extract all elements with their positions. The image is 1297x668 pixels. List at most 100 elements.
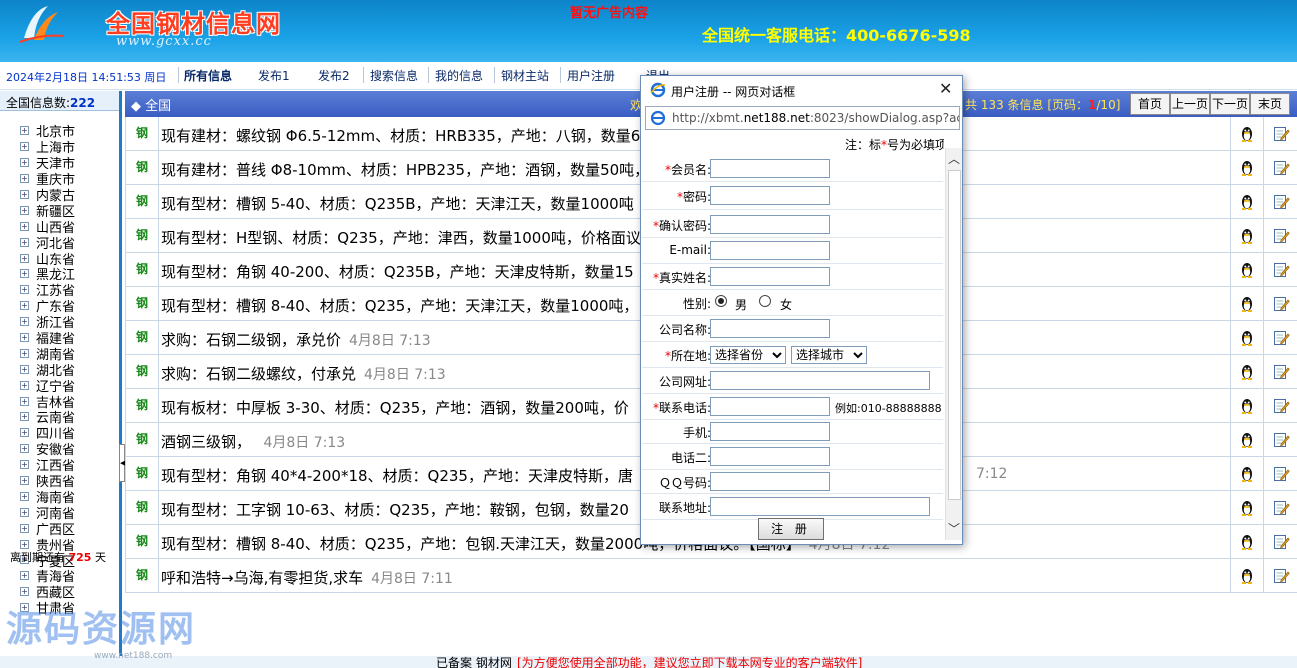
list-item-text[interactable]: 现有板材：中厚板 3-30、材质：Q235，产地：酒钢，数量200吨，价: [161, 399, 629, 417]
nav-search[interactable]: 搜索信息: [370, 67, 418, 84]
list-item-title[interactable]: 现有型材：角钢 40-200、材质：Q235B，产地：天津皮特斯，数量15: [161, 261, 634, 282]
qq-contact-icon[interactable]: [1230, 559, 1263, 592]
list-item-title[interactable]: 求购：石钢二级钢，承兑价 4月8日 7:13: [161, 329, 431, 350]
list-item-title[interactable]: 现有型材：角钢 40*4-200*18、材质：Q235，产地：天津皮特斯，唐: [161, 465, 633, 486]
mobile-input[interactable]: [710, 422, 830, 441]
message-edit-icon[interactable]: [1263, 185, 1297, 218]
phone-input[interactable]: [710, 397, 830, 416]
qq-contact-icon[interactable]: [1230, 321, 1263, 354]
list-item-text[interactable]: 现有型材：槽钢 5-40、材质：Q235B，产地：天津江天，数量1000吨: [161, 195, 634, 213]
expand-plus-icon[interactable]: +: [20, 507, 29, 517]
last-page-button[interactable]: 末页: [1250, 93, 1290, 115]
company-input[interactable]: [710, 319, 830, 338]
address-input[interactable]: [710, 497, 930, 516]
qq-contact-icon[interactable]: [1230, 457, 1263, 490]
list-item-title[interactable]: 现有板材：中厚板 3-30、材质：Q235，产地：酒钢，数量200吨，价: [161, 397, 629, 418]
qq-input[interactable]: [710, 472, 830, 491]
list-item-text[interactable]: 求购：石钢二级螺纹，付承兑: [161, 365, 356, 383]
register-submit-button[interactable]: 注 册: [758, 518, 824, 540]
expand-plus-icon[interactable]: +: [20, 158, 29, 168]
list-item-title[interactable]: 现有型材：H型钢、材质：Q235，产地：津西，数量1000吨，价格面议: [161, 227, 641, 248]
qq-contact-icon[interactable]: [1230, 491, 1263, 524]
message-edit-icon[interactable]: [1263, 457, 1297, 490]
expand-plus-icon[interactable]: +: [20, 190, 29, 199]
list-item-text[interactable]: 呼和浩特→乌海,有零担货,求车: [161, 569, 363, 587]
qq-contact-icon[interactable]: [1230, 185, 1263, 218]
list-item-text[interactable]: 现有型材：槽钢 8-40、材质：Q235，产地：天津江天，数量1000吨，: [161, 297, 638, 315]
list-item-text[interactable]: 现有型材：角钢 40-200、材质：Q235B，产地：天津皮特斯，数量15: [161, 263, 634, 281]
expand-plus-icon[interactable]: +: [20, 364, 29, 374]
list-item-title[interactable]: 现有型材：槽钢 5-40、材质：Q235B，产地：天津江天，数量1000吨: [161, 193, 634, 214]
message-edit-icon[interactable]: [1263, 287, 1297, 320]
message-edit-icon[interactable]: [1263, 117, 1297, 150]
qq-contact-icon[interactable]: [1230, 355, 1263, 388]
message-edit-icon[interactable]: [1263, 525, 1297, 558]
scroll-up-icon[interactable]: ︿: [948, 150, 960, 167]
expand-plus-icon[interactable]: +: [20, 348, 29, 358]
qq-contact-icon[interactable]: [1230, 219, 1263, 252]
nav-my-info[interactable]: 我的信息: [435, 67, 483, 84]
first-page-button[interactable]: 首页: [1130, 93, 1170, 115]
message-edit-icon[interactable]: [1263, 355, 1297, 388]
expand-plus-icon[interactable]: +: [20, 476, 29, 486]
prev-page-button[interactable]: 上一页: [1170, 93, 1210, 115]
expand-plus-icon[interactable]: +: [20, 523, 29, 533]
expand-plus-icon[interactable]: +: [20, 571, 29, 581]
list-item-title[interactable]: 现有型材：槽钢 8-40、材质：Q235，产地：天津江天，数量1000吨，: [161, 295, 638, 316]
expand-plus-icon[interactable]: +: [20, 428, 29, 438]
expand-plus-icon[interactable]: +: [20, 412, 29, 422]
nav-register[interactable]: 用户注册: [567, 67, 615, 84]
scroll-thumb[interactable]: [948, 170, 961, 500]
expand-plus-icon[interactable]: +: [20, 174, 29, 184]
list-item-text[interactable]: 现有型材：工字钢 10-63、材质：Q235，产地：鞍钢，包钢，数量20: [161, 501, 629, 519]
expand-plus-icon[interactable]: +: [20, 460, 29, 470]
list-item-text[interactable]: 现有型材：角钢 40*4-200*18、材质：Q235，产地：天津皮特斯，唐: [161, 467, 633, 485]
list-item-text[interactable]: 现有建材：螺纹钢 Φ6.5-12mm、材质：HRB335，产地：八钢，数量6: [161, 127, 640, 145]
expand-plus-icon[interactable]: +: [20, 126, 29, 136]
expand-plus-icon[interactable]: +: [20, 253, 29, 263]
message-edit-icon[interactable]: [1263, 219, 1297, 252]
city-select[interactable]: 选择城市: [791, 346, 867, 364]
expand-plus-icon[interactable]: +: [20, 269, 29, 279]
list-item-text[interactable]: 酒钢三级钢，: [161, 433, 251, 451]
qq-contact-icon[interactable]: [1230, 423, 1263, 456]
dialog-titlebar[interactable]: 用户注册 -- 网页对话框 ✕: [641, 76, 962, 103]
expand-plus-icon[interactable]: +: [20, 221, 29, 231]
message-edit-icon[interactable]: [1263, 321, 1297, 354]
qq-contact-icon[interactable]: [1230, 389, 1263, 422]
message-edit-icon[interactable]: [1263, 389, 1297, 422]
expand-plus-icon[interactable]: +: [20, 587, 29, 597]
message-edit-icon[interactable]: [1263, 559, 1297, 592]
expand-plus-icon[interactable]: +: [20, 142, 29, 152]
nav-post-2[interactable]: 发布2: [318, 67, 350, 84]
password-input[interactable]: [710, 186, 830, 205]
expand-plus-icon[interactable]: +: [20, 205, 29, 215]
expand-plus-icon[interactable]: +: [20, 491, 29, 501]
qq-contact-icon[interactable]: [1230, 117, 1263, 150]
expand-plus-icon[interactable]: +: [20, 317, 29, 327]
confirm-password-input[interactable]: [710, 215, 830, 234]
nav-main-site[interactable]: 钢材主站: [501, 67, 549, 84]
phone2-input[interactable]: [710, 447, 830, 466]
qq-contact-icon[interactable]: [1230, 287, 1263, 320]
expand-plus-icon[interactable]: +: [20, 237, 29, 247]
gender-male-radio[interactable]: [715, 295, 727, 307]
expand-plus-icon[interactable]: +: [20, 396, 29, 406]
message-edit-icon[interactable]: [1263, 253, 1297, 286]
list-item-title[interactable]: 求购：石钢二级螺纹，付承兑 4月8日 7:13: [161, 363, 446, 384]
scroll-down-icon[interactable]: ﹀: [948, 520, 960, 537]
gender-female-radio[interactable]: [759, 295, 771, 307]
list-item-text[interactable]: 现有型材：H型钢、材质：Q235，产地：津西，数量1000吨，价格面议: [161, 229, 641, 247]
realname-input[interactable]: [710, 267, 830, 286]
download-notice[interactable]: [为方便您使用全部功能，建议您立即下载本网专业的客户端软件]: [517, 654, 862, 668]
dialog-scrollbar[interactable]: ︿ ﹀: [945, 148, 962, 540]
message-edit-icon[interactable]: [1263, 151, 1297, 184]
message-edit-icon[interactable]: [1263, 491, 1297, 524]
qq-contact-icon[interactable]: [1230, 253, 1263, 286]
list-item-title[interactable]: 酒钢三级钢， 4月8日 7:13: [161, 431, 345, 452]
email-input[interactable]: [710, 241, 830, 260]
list-item-text[interactable]: 现有建材：普线 Φ8-10mm、材质：HPB235，产地：酒钢，数量50吨，: [161, 161, 649, 179]
expand-plus-icon[interactable]: +: [20, 285, 29, 295]
expand-plus-icon[interactable]: +: [20, 301, 29, 311]
expand-plus-icon[interactable]: +: [20, 444, 29, 454]
